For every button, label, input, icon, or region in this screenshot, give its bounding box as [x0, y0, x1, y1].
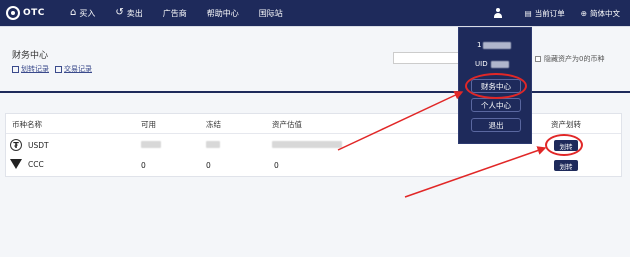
arrow-to-finance-center [337, 91, 464, 151]
arrow-to-transfer-button [404, 146, 547, 198]
annotation-arrows [337, 91, 547, 198]
